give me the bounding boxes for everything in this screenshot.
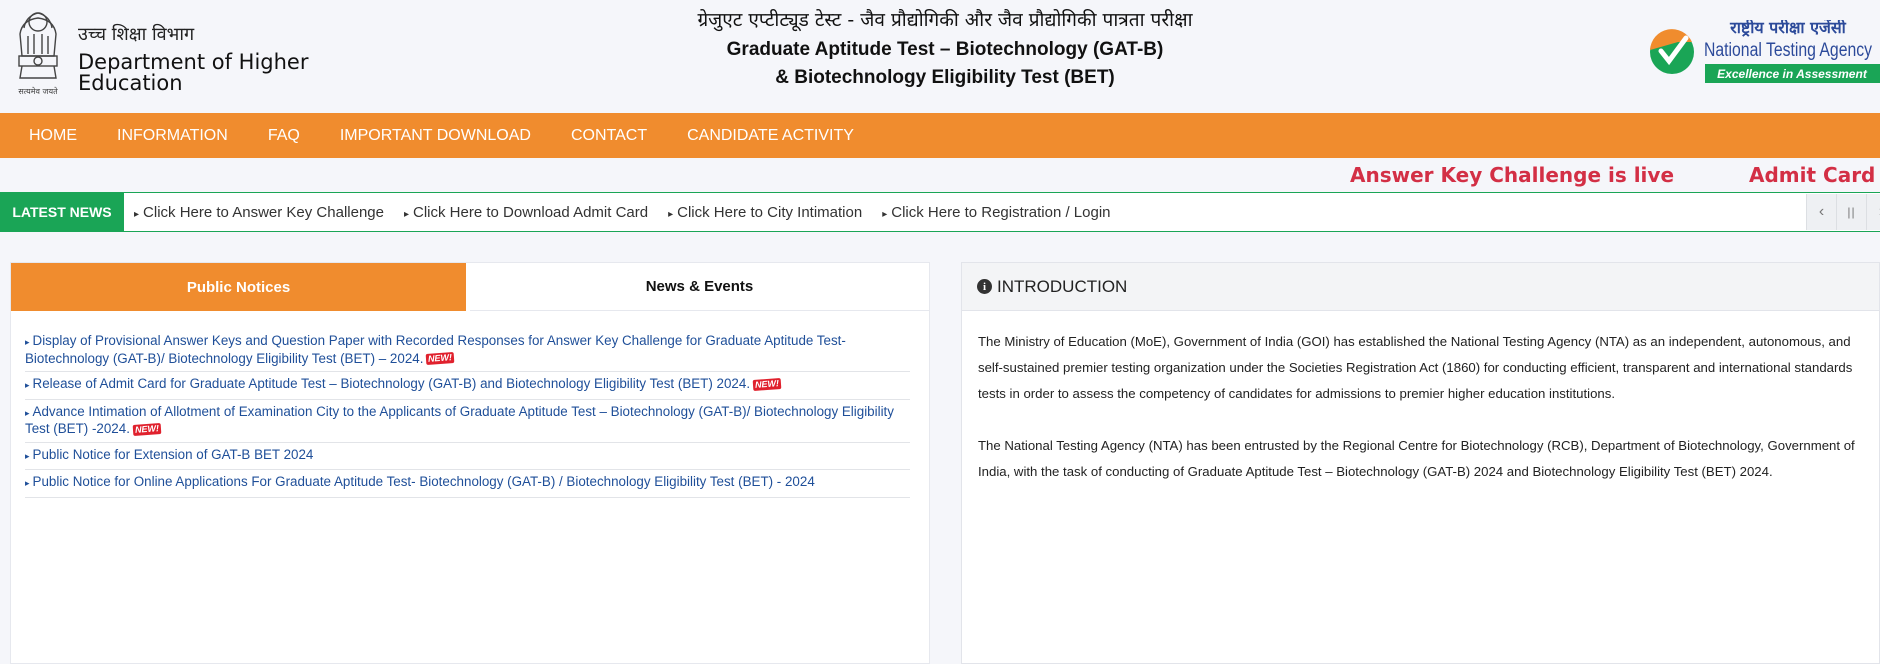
department-name: उच्च शिक्षा विभाग Department of Higher E… — [78, 22, 318, 94]
caret-right-icon: ▸ — [25, 478, 30, 488]
ticker-pause-button[interactable]: || — [1836, 194, 1866, 230]
caret-right-icon: ▸ — [25, 450, 30, 461]
news-item-admit-card[interactable]: ▸ Click Here to Download Admit Card — [404, 204, 648, 221]
caret-right-icon: ▸ — [25, 380, 30, 390]
announcement-marquee: Answer Key Challenge is live Admit Card — [0, 158, 1880, 192]
nta-hindi-name: राष्ट्रीय परीक्षा एजेंसी — [1729, 20, 1847, 37]
info-icon: i — [977, 279, 992, 294]
department-hindi: उच्च शिक्षा विभाग — [78, 24, 195, 45]
caret-right-icon: ▸ — [668, 208, 674, 220]
caret-right-icon: ▸ — [25, 407, 30, 418]
emblem-motto: सत्यमेव जयते — [18, 86, 58, 96]
notice-link[interactable]: Release of Admit Card for Graduate Aptit… — [33, 376, 751, 391]
list-item[interactable]: ▸ Public Notice for Online Applications F… — [25, 470, 910, 498]
new-badge-icon: NEW! — [426, 352, 455, 366]
list-item[interactable]: ▸ Advance Intimation of Allotment of Exam… — [25, 400, 910, 443]
nav-contact[interactable]: CONTACT — [571, 127, 647, 145]
nav-faq[interactable]: FAQ — [268, 127, 300, 145]
nav-home[interactable]: HOME — [29, 127, 77, 145]
exam-title-hindi: ग्रेजुएट एप्टीट्यूड टेस्ट - जैव प्रौद्यो… — [697, 9, 1193, 31]
news-item-label: Click Here to Download Admit Card — [413, 203, 649, 221]
news-item-label: Click Here to Registration / Login — [891, 203, 1111, 221]
notices-tabs: Public Notices News & Events — [11, 263, 929, 311]
national-emblem-icon: सत्यमेव जयते — [18, 12, 58, 96]
exam-title-line2: & Biotechnology Eligibility Test (BET) — [775, 67, 1115, 88]
marquee-item-answer-key[interactable]: Answer Key Challenge is live — [1350, 163, 1674, 187]
exam-title-line1: Graduate Aptitude Test – Biotechnology (… — [726, 39, 1164, 60]
introduction-header: i INTRODUCTION — [962, 263, 1879, 311]
nav-information[interactable]: INFORMATION — [117, 127, 228, 145]
caret-right-icon: ▸ — [403, 208, 410, 220]
nta-english-name: National Testing Agency — [1704, 40, 1872, 61]
department-english: Department of Higher Education — [78, 50, 309, 95]
tab-public-notices[interactable]: Public Notices — [11, 263, 466, 311]
site-header: सत्यमेव जयते उच्च शिक्षा विभाग Departmen… — [0, 0, 1880, 112]
caret-right-icon: ▸ — [882, 208, 888, 220]
notice-link[interactable]: Public Notice for Online Applications Fo… — [33, 474, 815, 489]
notice-link[interactable]: Public Notice for Extension of GAT-B BET… — [33, 447, 314, 462]
ticker-next-button[interactable]: › — [1866, 194, 1880, 230]
nav-candidate-activity[interactable]: CANDIDATE ACTIVITY — [687, 127, 854, 145]
ticker-prev-button[interactable]: ‹ — [1806, 194, 1836, 230]
main-nav: HOME INFORMATION FAQ IMPORTANT DOWNLOAD … — [0, 113, 1880, 158]
caret-right-icon: ▸ — [25, 337, 30, 347]
new-badge-icon: NEW! — [752, 377, 782, 391]
tab-news-events[interactable]: News & Events — [470, 263, 929, 311]
news-item-label: Click Here to City Intimation — [677, 203, 863, 221]
news-item-registration[interactable]: ▸ Click Here to Registration / Login — [882, 204, 1110, 221]
notices-list: ▸ Display of Provisional Answer Keys and … — [25, 329, 910, 498]
latest-news-bar: LATEST NEWS ▸ Click Here to Answer Key Ch… — [0, 192, 1880, 232]
nta-tagline: Excellence in Assessment — [1717, 67, 1868, 81]
new-badge-icon: NEW! — [132, 422, 162, 436]
latest-news-label: LATEST NEWS — [0, 193, 124, 231]
news-item-city-intimation[interactable]: ▸ Click Here to City Intimation — [668, 204, 862, 221]
chevron-left-icon: ‹ — [1818, 203, 1825, 220]
pause-icon: || — [1847, 205, 1856, 219]
list-item[interactable]: ▸ Public Notice for Extension of GAT-B BE… — [25, 443, 910, 470]
introduction-body: The Ministry of Education (MoE), Governm… — [978, 329, 1858, 511]
ticker-controls: ‹ || › — [1806, 194, 1880, 230]
introduction-panel: i INTRODUCTION The Ministry of Education… — [961, 262, 1880, 664]
introduction-title: INTRODUCTION — [997, 276, 1128, 296]
introduction-paragraph: The Ministry of Education (MoE), Governm… — [978, 334, 1853, 401]
news-item-label: Click Here to Answer Key Challenge — [143, 203, 384, 221]
introduction-paragraph: The National Testing Agency (NTA) has be… — [978, 438, 1855, 479]
list-item[interactable]: ▸ Display of Provisional Answer Keys and … — [25, 329, 910, 372]
news-item-answer-key[interactable]: ▸ Click Here to Answer Key Challenge — [134, 204, 384, 221]
nta-logo[interactable]: राष्ट्रीय परीक्षा एजेंसी National Testin… — [1648, 20, 1880, 86]
notices-panel: Public Notices News & Events ▸ Display of… — [10, 262, 930, 664]
marquee-item-admit-card[interactable]: Admit Card — [1749, 163, 1875, 187]
list-item[interactable]: ▸ Release of Admit Card for Graduate Apti… — [25, 372, 910, 400]
nav-important-download[interactable]: IMPORTANT DOWNLOAD — [340, 127, 531, 145]
caret-right-icon: ▸ — [134, 208, 140, 220]
exam-title: ग्रेजुएट एप्टीट्यूड टेस्ट - जैव प्रौद्यो… — [600, 6, 1290, 89]
latest-news-ticker: ▸ Click Here to Answer Key Challenge ▸ Cli… — [134, 193, 1131, 231]
